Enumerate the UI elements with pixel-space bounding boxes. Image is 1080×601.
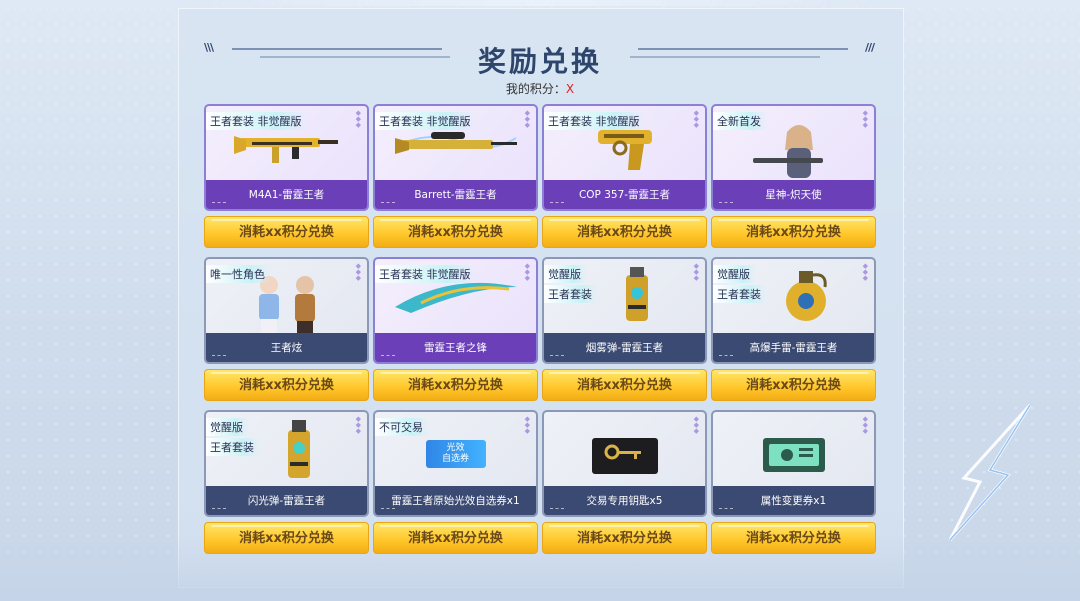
- item-tag: 王者套装: [713, 285, 767, 303]
- card-corner-decoration: ◆ ◆ ◆: [524, 415, 530, 435]
- character-icon: [749, 120, 839, 189]
- redeem-button[interactable]: 消耗xx积分兑换: [204, 522, 369, 554]
- bar-decoration: [212, 508, 226, 512]
- bar-decoration: [212, 355, 226, 359]
- reward-card[interactable]: ◆ ◆ ◆ 王者套装 非觉醒版 M4A1-雷霆王者: [204, 104, 369, 211]
- key-icon: [591, 438, 658, 478]
- reward-card[interactable]: ◆ ◆ ◆ 属性变更券x1: [711, 410, 876, 517]
- card-corner-decoration: ◆ ◆ ◆: [862, 109, 868, 129]
- bar-decoration: [381, 202, 395, 206]
- redeem-button[interactable]: 消耗xx积分兑换: [711, 369, 876, 401]
- card-corner-decoration: ◆ ◆ ◆: [355, 109, 361, 129]
- bar-decoration: [381, 508, 395, 512]
- redeem-button[interactable]: 消耗xx积分兑换: [204, 216, 369, 248]
- item-tag: 王者套装 非觉醒版: [375, 265, 477, 283]
- bar-decoration: [550, 508, 564, 512]
- redeem-button[interactable]: 消耗xx积分兑换: [542, 522, 707, 554]
- card-corner-decoration: ◆ ◆ ◆: [693, 415, 699, 435]
- card-corner-decoration: ◆ ◆ ◆: [693, 262, 699, 282]
- score-line: 我的积分：X: [0, 80, 1080, 97]
- page-header: \\\ /// 奖励兑换: [200, 38, 880, 80]
- bar-decoration: [381, 355, 395, 359]
- item-tag: 王者套装: [206, 438, 260, 456]
- item-name: 交易专用钥匙x5: [586, 495, 663, 507]
- reward-card[interactable]: ◆ ◆ ◆ 王者套装 非觉醒版 COP 357-雷霆王者: [542, 104, 707, 211]
- flash-grenade-icon: [282, 418, 316, 486]
- item-tag: 全新首发: [713, 112, 767, 130]
- item-tag: 王者套装 非觉醒版: [544, 112, 646, 130]
- item-name: 星神-炽天使: [765, 189, 822, 201]
- top-strip: [200, 0, 880, 6]
- reward-card[interactable]: ◆ ◆ ◆ 全新首发星神-炽天使: [711, 104, 876, 211]
- item-tag: 王者套装 非觉醒版: [206, 112, 308, 130]
- item-tag: 王者套装: [544, 285, 598, 303]
- reward-card[interactable]: ◆ ◆ ◆ 光效 自选券 不可交易雷霆王者原始光效自选券x1: [373, 410, 538, 517]
- card-corner-decoration: ◆ ◆ ◆: [524, 262, 530, 282]
- card-corner-decoration: ◆ ◆ ◆: [862, 415, 868, 435]
- reward-card[interactable]: ◆ ◆ ◆ 觉醒版王者套装闪光弹-雷霆王者: [204, 410, 369, 517]
- redeem-button[interactable]: 消耗xx积分兑换: [542, 369, 707, 401]
- reward-card[interactable]: ◆ ◆ ◆ 交易专用钥匙x5: [542, 410, 707, 517]
- bar-decoration: [719, 355, 733, 359]
- bar-decoration: [550, 355, 564, 359]
- item-name: M4A1-雷霆王者: [248, 189, 325, 201]
- reward-card[interactable]: ◆ ◆ ◆ 王者套装 非觉醒版 Barrett-雷霆王者: [373, 104, 538, 211]
- item-tag: 觉醒版: [713, 265, 756, 283]
- item-tag: 觉醒版: [206, 418, 249, 436]
- card-corner-decoration: ◆ ◆ ◆: [355, 262, 361, 282]
- bar-decoration: [719, 202, 733, 206]
- item-name: 王者炫: [270, 342, 303, 354]
- lightning-decoration-icon: [948, 403, 1032, 541]
- item-name: COP 357-雷霆王者: [578, 189, 671, 201]
- redeem-button[interactable]: 消耗xx积分兑换: [711, 216, 876, 248]
- redeem-button[interactable]: 消耗xx积分兑换: [373, 216, 538, 248]
- item-name: 雷霆王者原始光效自选券x1: [391, 495, 520, 507]
- page-title: 奖励兑换: [477, 45, 602, 78]
- card-corner-decoration: ◆ ◆ ◆: [355, 415, 361, 435]
- redeem-button[interactable]: 消耗xx积分兑换: [373, 369, 538, 401]
- reward-card[interactable]: ◆ ◆ ◆ 觉醒版王者套装高爆手雷-雷霆王者: [711, 257, 876, 364]
- redeem-button[interactable]: 消耗xx积分兑换: [204, 369, 369, 401]
- ticket-text: 光效: [446, 443, 465, 453]
- redeem-button[interactable]: 消耗xx积分兑换: [711, 522, 876, 554]
- bar-decoration: [719, 508, 733, 512]
- card-corner-decoration: ◆ ◆ ◆: [693, 109, 699, 129]
- item-name: 烟雾弹-雷霆王者: [585, 342, 664, 354]
- reward-card[interactable]: ◆ ◆ ◆ 王者套装 非觉醒版雷霆王者之锋: [373, 257, 538, 364]
- item-name: 闪光弹-雷霆王者: [247, 495, 326, 507]
- smoke-grenade-icon: [620, 265, 654, 329]
- item-name: 属性变更券x1: [760, 495, 827, 507]
- item-tag: 唯一性角色: [206, 265, 271, 283]
- frag-grenade-icon: [781, 265, 831, 331]
- reward-card[interactable]: ◆ ◆ ◆ 觉醒版王者套装烟雾弹-雷霆王者: [542, 257, 707, 364]
- bar-decoration: [550, 202, 564, 206]
- coupon-icon: [762, 438, 825, 476]
- redeem-button[interactable]: 消耗xx积分兑换: [542, 216, 707, 248]
- item-tag: 王者套装 非觉醒版: [375, 112, 477, 130]
- ticket-text: 自选券: [441, 454, 469, 464]
- card-corner-decoration: ◆ ◆ ◆: [862, 262, 868, 282]
- ticket-icon: 光效 自选券: [425, 440, 486, 468]
- bar-decoration: [212, 202, 226, 206]
- item-tag: 不可交易: [375, 418, 429, 436]
- item-tag: 觉醒版: [544, 265, 587, 283]
- reward-card[interactable]: ◆ ◆ ◆ 唯一性角色王者炫: [204, 257, 369, 364]
- item-name: 高爆手雷-雷霆王者: [749, 342, 838, 354]
- card-corner-decoration: ◆ ◆ ◆: [524, 109, 530, 129]
- item-name: Barrett-雷霆王者: [414, 189, 497, 201]
- item-name: 雷霆王者之锋: [424, 342, 487, 354]
- redeem-button[interactable]: 消耗xx积分兑换: [373, 522, 538, 554]
- bottom-band: [0, 531, 1080, 601]
- score-value: X: [565, 82, 575, 96]
- score-label: 我的积分：: [505, 82, 566, 96]
